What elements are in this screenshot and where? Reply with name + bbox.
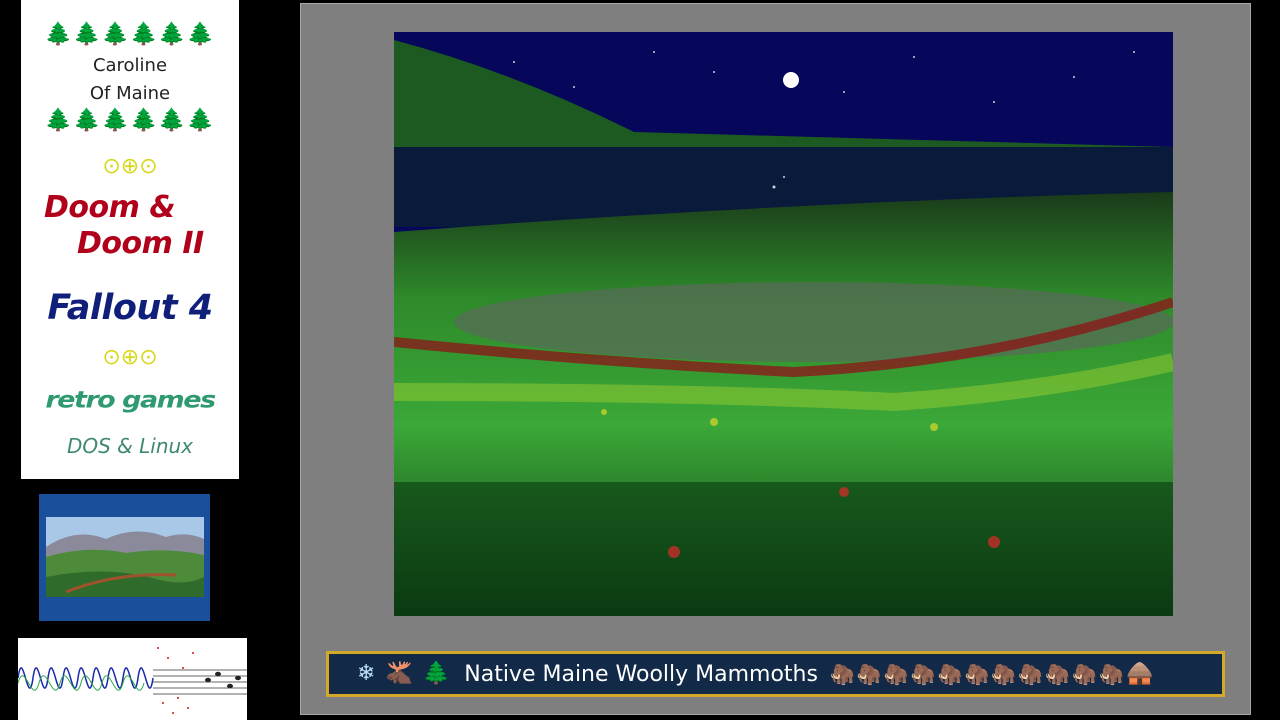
mammoth-icon: 🦣 bbox=[1018, 662, 1044, 686]
mammoth-icon: 🦣 bbox=[883, 662, 909, 686]
mammoth-icon: 🦣 bbox=[1099, 662, 1124, 686]
rings-divider-1: ⊙⊕⊙ bbox=[102, 154, 158, 179]
creator-name-line1: Caroline bbox=[92, 55, 168, 76]
mammoth-icon: 🦣 bbox=[1045, 662, 1071, 686]
doom-title-line2: Doom II bbox=[77, 226, 204, 261]
banner-title: Native Maine Woolly Mammoths bbox=[464, 661, 818, 687]
channel-info-card: 🌲🌲🌲🌲🌲🌲 Caroline Of Maine 🌲🌲🌲🌲🌲🌲 ⊙⊕⊙ Doom… bbox=[21, 0, 239, 479]
creator-name-line2: Of Maine bbox=[89, 83, 171, 104]
hut-icon: 🛖 bbox=[1125, 661, 1154, 686]
pine-tree-icon: 🌲 bbox=[422, 661, 451, 686]
title-banner: ❄ 🫎 🌲 Native Maine Woolly Mammoths 🦣 🦣 🦣 🦣 🦣… bbox=[326, 651, 1225, 697]
mammoth-icon: 🦣 bbox=[910, 662, 936, 686]
pine-trees-top: 🌲🌲🌲🌲🌲🌲 bbox=[44, 22, 216, 47]
mammoth-icon: 🦣 bbox=[829, 662, 855, 686]
pine-trees-bottom: 🌲🌲🌲🌲🌲🌲 bbox=[44, 108, 216, 133]
snowflake-icon: ❄ bbox=[357, 661, 376, 686]
mammoth-row: 🦣 🦣 🦣 🦣 🦣 🦣 🦣 🦣 🦣 🦣 🦣 bbox=[830, 664, 1126, 684]
mammoth-icon: 🦣 bbox=[856, 662, 882, 686]
retro-games-title: retro games bbox=[45, 387, 216, 414]
mammoth-icon: 🦣 bbox=[1072, 662, 1098, 686]
mammoth-icon: 🦣 bbox=[964, 662, 990, 686]
night-meadow-painting bbox=[394, 32, 1173, 616]
mammoth-icon: 🦣 bbox=[991, 662, 1017, 686]
fallout-title: Fallout 4 bbox=[47, 288, 213, 328]
moose-icon: 🫎 bbox=[385, 661, 413, 686]
landscape-thumbnail bbox=[46, 517, 204, 597]
mammoth-icon: 🦣 bbox=[937, 662, 963, 686]
waveform-music-graphic bbox=[18, 638, 247, 720]
platforms-label: DOS & Linux bbox=[66, 434, 194, 458]
rings-divider-2: ⊙⊕⊙ bbox=[102, 345, 158, 370]
doom-title-line1: Doom & bbox=[44, 190, 176, 225]
